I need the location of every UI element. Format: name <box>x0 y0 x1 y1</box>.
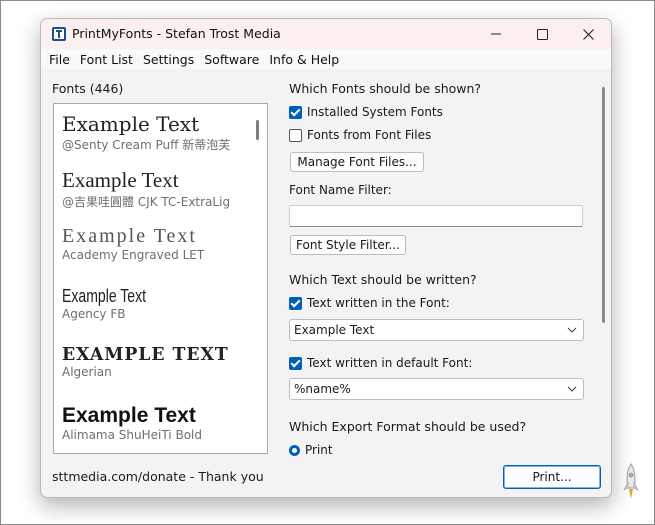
font-name-filter-label: Font Name Filter: <box>289 183 392 197</box>
font-sample: Example Text <box>62 112 200 136</box>
font-list-item[interactable]: Example Text @Senty Cream Puff 新蒂泡芙 <box>62 112 230 153</box>
app-window: PrintMyFonts - Stefan Trost Media File F… <box>40 18 612 498</box>
text-default-font-checkbox[interactable]: Text written in default Font: <box>289 356 472 370</box>
fonts-count-label: Fonts (446) <box>52 81 124 96</box>
font-name: Academy Engraved LET <box>62 248 205 262</box>
font-list-item[interactable]: EXAMPLE TEXT Algerian <box>62 344 236 379</box>
section-text-written-title: Which Text should be written? <box>289 272 477 287</box>
maximize-button[interactable] <box>519 19 565 49</box>
radio-dot <box>289 444 300 456</box>
font-list-item[interactable]: Example Text Academy Engraved LET <box>62 225 204 262</box>
text-in-font-label: Text written in the Font: <box>307 296 450 310</box>
minimize-icon <box>491 33 501 35</box>
window-title: PrintMyFonts - Stefan Trost Media <box>72 26 281 41</box>
font-sample: Example Text <box>62 286 147 306</box>
checkbox-box <box>289 128 302 142</box>
menu-bar: File Font List Settings Software Info & … <box>41 49 611 69</box>
combo-value: Example Text <box>294 323 375 337</box>
font-list-item[interactable]: Example Text @吉果哇圓體 CJK TC-ExtraLig <box>62 168 230 210</box>
maximize-icon <box>536 28 548 40</box>
combo-value: %name% <box>294 382 351 396</box>
font-sample: Example Text <box>62 404 196 427</box>
font-list-item[interactable]: Example Text Agency FB <box>62 286 170 321</box>
close-icon <box>582 28 594 40</box>
menu-file[interactable]: File <box>44 52 75 67</box>
font-list-scrollbar[interactable] <box>256 120 259 140</box>
font-style-filter-button[interactable]: Font Style Filter... <box>290 235 406 255</box>
menu-settings[interactable]: Settings <box>138 52 199 67</box>
close-button[interactable] <box>565 19 611 49</box>
section-export-title: Which Export Format should be used? <box>289 419 527 434</box>
menu-font-list[interactable]: Font List <box>75 52 138 67</box>
minimize-button[interactable] <box>473 19 519 49</box>
donate-text: sttmedia.com/donate - Thank you <box>52 469 264 484</box>
font-name: Algerian <box>62 365 112 379</box>
text-default-font-combo[interactable]: %name% <box>289 378 584 400</box>
font-list-item[interactable]: Example Text Alimama ShuHeiTi Bold <box>62 404 202 442</box>
font-name: @吉果哇圓體 CJK TC-ExtraLig <box>62 195 231 209</box>
installed-fonts-label: Installed System Fonts <box>307 105 443 119</box>
checkbox-box <box>289 105 302 119</box>
manage-font-files-button[interactable]: Manage Font Files... <box>290 152 424 172</box>
export-print-label: Print <box>305 443 333 457</box>
installed-fonts-checkbox[interactable]: Installed System Fonts <box>289 105 443 119</box>
font-name: @Senty Cream Puff 新蒂泡芙 <box>62 138 231 152</box>
font-name: Alimama ShuHeiTi Bold <box>62 428 202 442</box>
menu-software[interactable]: Software <box>199 52 264 67</box>
checkbox-box <box>289 356 302 370</box>
font-sample: EXAMPLE TEXT <box>62 344 229 365</box>
font-sample: Example Text <box>62 168 179 192</box>
export-print-radio[interactable]: Print <box>289 443 333 457</box>
checkbox-box <box>289 296 302 310</box>
menu-info-help[interactable]: Info & Help <box>264 52 344 67</box>
print-button[interactable]: Print... <box>503 465 601 489</box>
title-bar[interactable]: PrintMyFonts - Stefan Trost Media <box>41 19 611 49</box>
font-files-label: Fonts from Font Files <box>307 128 432 142</box>
chevron-down-icon <box>567 327 577 333</box>
text-in-font-checkbox[interactable]: Text written in the Font: <box>289 296 450 310</box>
font-name-filter-input[interactable] <box>289 205 583 227</box>
chevron-down-icon <box>567 386 577 392</box>
section-fonts-shown-title: Which Fonts should be shown? <box>289 81 482 96</box>
settings-scrollbar[interactable] <box>602 87 605 323</box>
font-list[interactable]: Example Text @Senty Cream Puff 新蒂泡芙 Exam… <box>53 103 268 454</box>
text-default-font-label: Text written in default Font: <box>307 356 473 370</box>
text-in-font-combo[interactable]: Example Text <box>289 319 584 341</box>
app-icon <box>52 27 66 41</box>
font-sample: Example Text <box>62 225 197 247</box>
rocket-icon[interactable] <box>621 462 641 502</box>
font-name: Agency FB <box>62 307 126 321</box>
font-files-checkbox[interactable]: Fonts from Font Files <box>289 128 431 142</box>
